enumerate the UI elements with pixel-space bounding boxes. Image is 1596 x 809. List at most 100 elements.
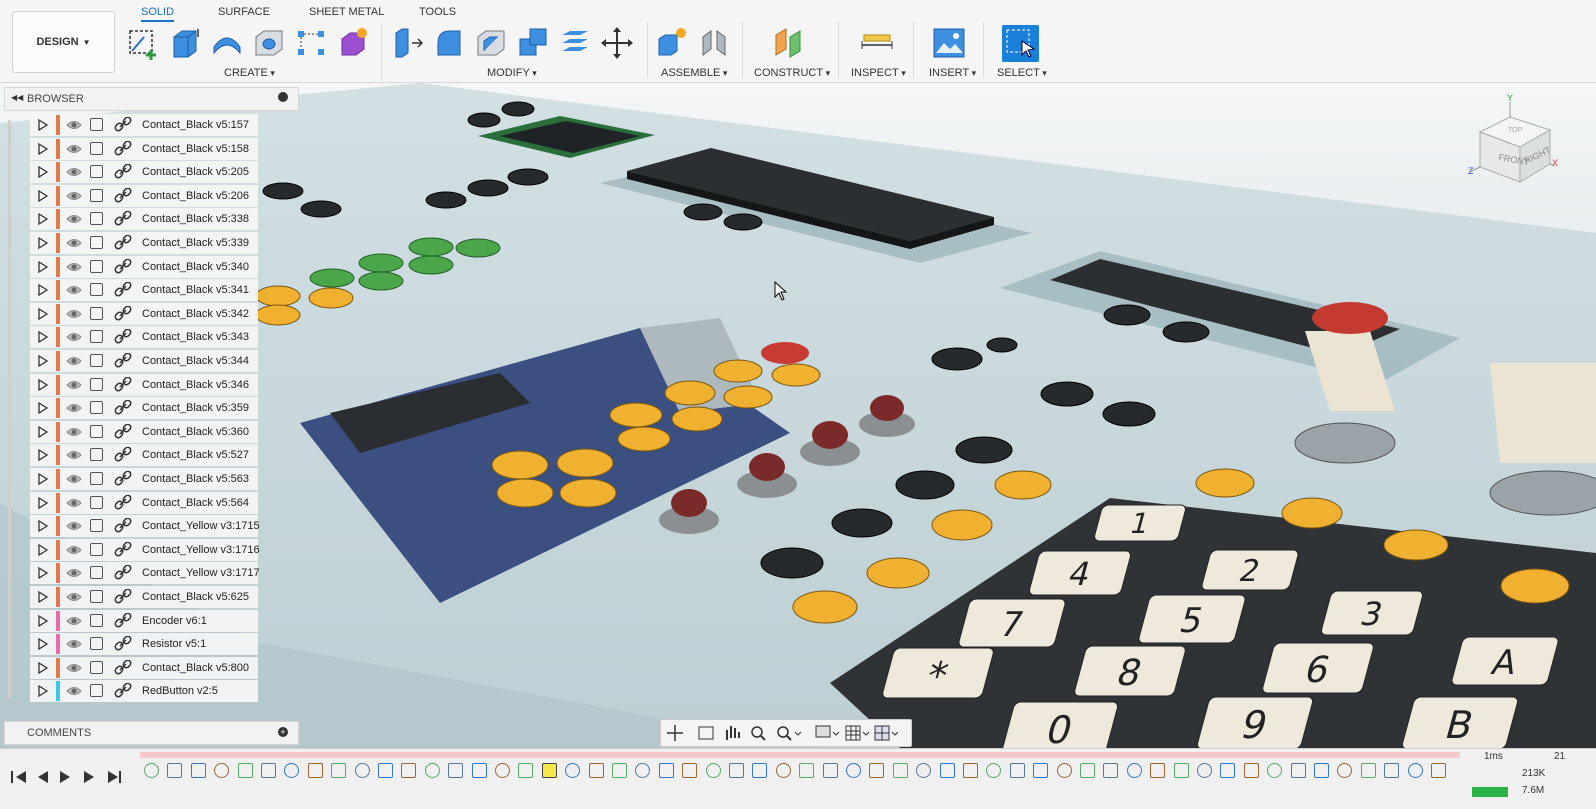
fillet-icon[interactable] [432, 25, 466, 61]
timeline-feature-icon[interactable] [565, 763, 581, 778]
timeline-feature-icon[interactable] [869, 763, 885, 778]
timeline-feature-icon[interactable] [378, 763, 393, 778]
browser-item[interactable]: Contact_Black v5:342 [30, 302, 258, 325]
browser-item[interactable]: Contact_Black v5:339 [30, 232, 258, 254]
browser-item[interactable]: Contact_Black v5:359 [30, 397, 258, 420]
timeline-feature-icon[interactable] [588, 763, 604, 778]
step-forward-icon[interactable] [84, 771, 94, 783]
expand-arrow-icon[interactable] [38, 520, 48, 533]
timeline-feature-icon[interactable] [752, 763, 768, 778]
visibility-eye-icon[interactable] [66, 283, 82, 297]
timeline-feature-icon[interactable] [846, 763, 861, 778]
timeline-feature-icon[interactable] [518, 763, 534, 778]
combine-icon[interactable] [516, 25, 550, 61]
visibility-eye-icon[interactable] [66, 118, 82, 132]
shell-icon[interactable] [474, 25, 508, 61]
grid-icon[interactable] [845, 725, 870, 741]
timeline-feature-icon[interactable] [1056, 763, 1072, 778]
expand-arrow-icon[interactable] [38, 331, 48, 344]
visibility-eye-icon[interactable] [66, 378, 82, 392]
timeline-feature-icon[interactable] [1150, 763, 1166, 778]
tab-solid[interactable]: SOLID [141, 6, 175, 22]
expand-arrow-icon[interactable] [38, 638, 48, 651]
browser-item[interactable]: Contact_Black v5:344 [30, 350, 258, 372]
timeline-features[interactable] [140, 761, 1460, 783]
play-icon[interactable] [60, 771, 70, 783]
browser-item[interactable]: Resistor v5:1 [30, 633, 258, 656]
browser-item[interactable]: Contact_Yellow v3:1716 [30, 538, 260, 561]
workspace-dropdown[interactable]: DESIGN ▼ [12, 11, 115, 73]
insert-menu[interactable]: INSERT [929, 67, 976, 79]
browser-item[interactable]: RedButton v2:5 [30, 680, 258, 703]
expand-arrow-icon[interactable] [38, 661, 48, 674]
visibility-eye-icon[interactable] [66, 448, 82, 462]
visibility-eye-icon[interactable] [66, 637, 82, 651]
visibility-eye-icon[interactable] [66, 189, 82, 203]
split-body-icon[interactable] [558, 25, 592, 61]
timeline-feature-icon[interactable] [471, 763, 487, 778]
construct-menu[interactable]: CONSTRUCT [754, 67, 830, 79]
expand-arrow-icon[interactable] [38, 189, 48, 202]
create-menu[interactable]: CREATE [224, 67, 275, 79]
visibility-eye-icon[interactable] [66, 566, 82, 580]
fit-icon[interactable] [777, 726, 802, 741]
timeline-feature-icon[interactable] [214, 763, 230, 778]
collapse-panel-icon[interactable]: ◀◀ [11, 93, 23, 102]
expand-arrow-icon[interactable] [38, 307, 48, 320]
timeline-feature-icon[interactable] [424, 763, 440, 778]
visibility-eye-icon[interactable] [66, 236, 82, 250]
timeline-feature-icon[interactable] [144, 763, 159, 778]
timeline-feature-icon[interactable] [1407, 763, 1423, 778]
timeline-feature-icon[interactable] [1009, 763, 1025, 778]
add-comment-icon[interactable]: + [278, 727, 288, 737]
browser-item[interactable]: Contact_Black v5:527 [30, 444, 258, 467]
browser-item[interactable]: Contact_Black v5:158 [30, 137, 258, 160]
pattern-icon[interactable] [294, 25, 328, 61]
timeline-feature-icon[interactable] [892, 763, 908, 778]
expand-arrow-icon[interactable] [38, 473, 48, 485]
timeline-feature-icon[interactable] [1103, 763, 1119, 778]
timeline-feature-icon[interactable] [401, 763, 417, 778]
browser-item[interactable]: Contact_Black v5:340 [30, 255, 258, 278]
timeline-feature-icon[interactable] [261, 763, 276, 778]
timeline-feature-icon[interactable] [705, 763, 721, 778]
go-to-start-icon[interactable] [11, 771, 26, 783]
expand-arrow-icon[interactable] [38, 260, 48, 273]
step-back-icon[interactable] [38, 771, 48, 783]
timeline-feature-icon[interactable] [1337, 763, 1353, 778]
timeline-feature-icon[interactable] [1243, 763, 1259, 778]
visibility-eye-icon[interactable] [66, 543, 82, 557]
insert-image-icon[interactable] [932, 25, 966, 61]
expand-arrow-icon[interactable] [38, 496, 48, 509]
expand-arrow-icon[interactable] [38, 567, 48, 580]
go-to-end-icon[interactable] [108, 771, 121, 783]
select-tool-button[interactable] [1002, 25, 1039, 62]
browser-item[interactable]: Contact_Black v5:341 [30, 279, 258, 302]
timeline-feature-icon[interactable] [729, 763, 744, 778]
browser-minimize-icon[interactable] [278, 92, 288, 102]
timeline-feature-icon[interactable] [1314, 763, 1329, 778]
expand-arrow-icon[interactable] [38, 402, 48, 415]
expand-arrow-icon[interactable] [38, 284, 48, 297]
inspect-menu[interactable]: INSPECT [851, 67, 906, 79]
visibility-eye-icon[interactable] [66, 590, 82, 604]
timeline-feature-icon[interactable] [1384, 763, 1400, 778]
expand-arrow-icon[interactable] [38, 355, 48, 367]
tab-sheet-metal[interactable]: SHEET METAL [309, 6, 384, 18]
browser-item[interactable]: Contact_Black v5:563 [30, 468, 258, 490]
expand-arrow-icon[interactable] [38, 142, 48, 155]
zoom-icon[interactable] [751, 726, 766, 741]
measure-icon[interactable] [860, 25, 894, 61]
timeline-feature-icon[interactable] [986, 763, 1002, 778]
comments-panel[interactable]: COMMENTS + [4, 721, 299, 745]
timeline-feature-icon[interactable] [167, 763, 183, 778]
visibility-eye-icon[interactable] [66, 614, 82, 628]
browser-item[interactable]: Encoder v6:1 [30, 609, 258, 632]
create-form-icon[interactable] [336, 25, 370, 61]
look-at-icon[interactable] [698, 726, 714, 740]
revolve-icon[interactable] [210, 25, 244, 61]
visibility-eye-icon[interactable] [66, 425, 82, 439]
press-pull-icon[interactable] [390, 25, 424, 61]
timeline-feature-icon[interactable] [1267, 763, 1283, 778]
timeline-feature-icon[interactable] [1290, 763, 1306, 778]
